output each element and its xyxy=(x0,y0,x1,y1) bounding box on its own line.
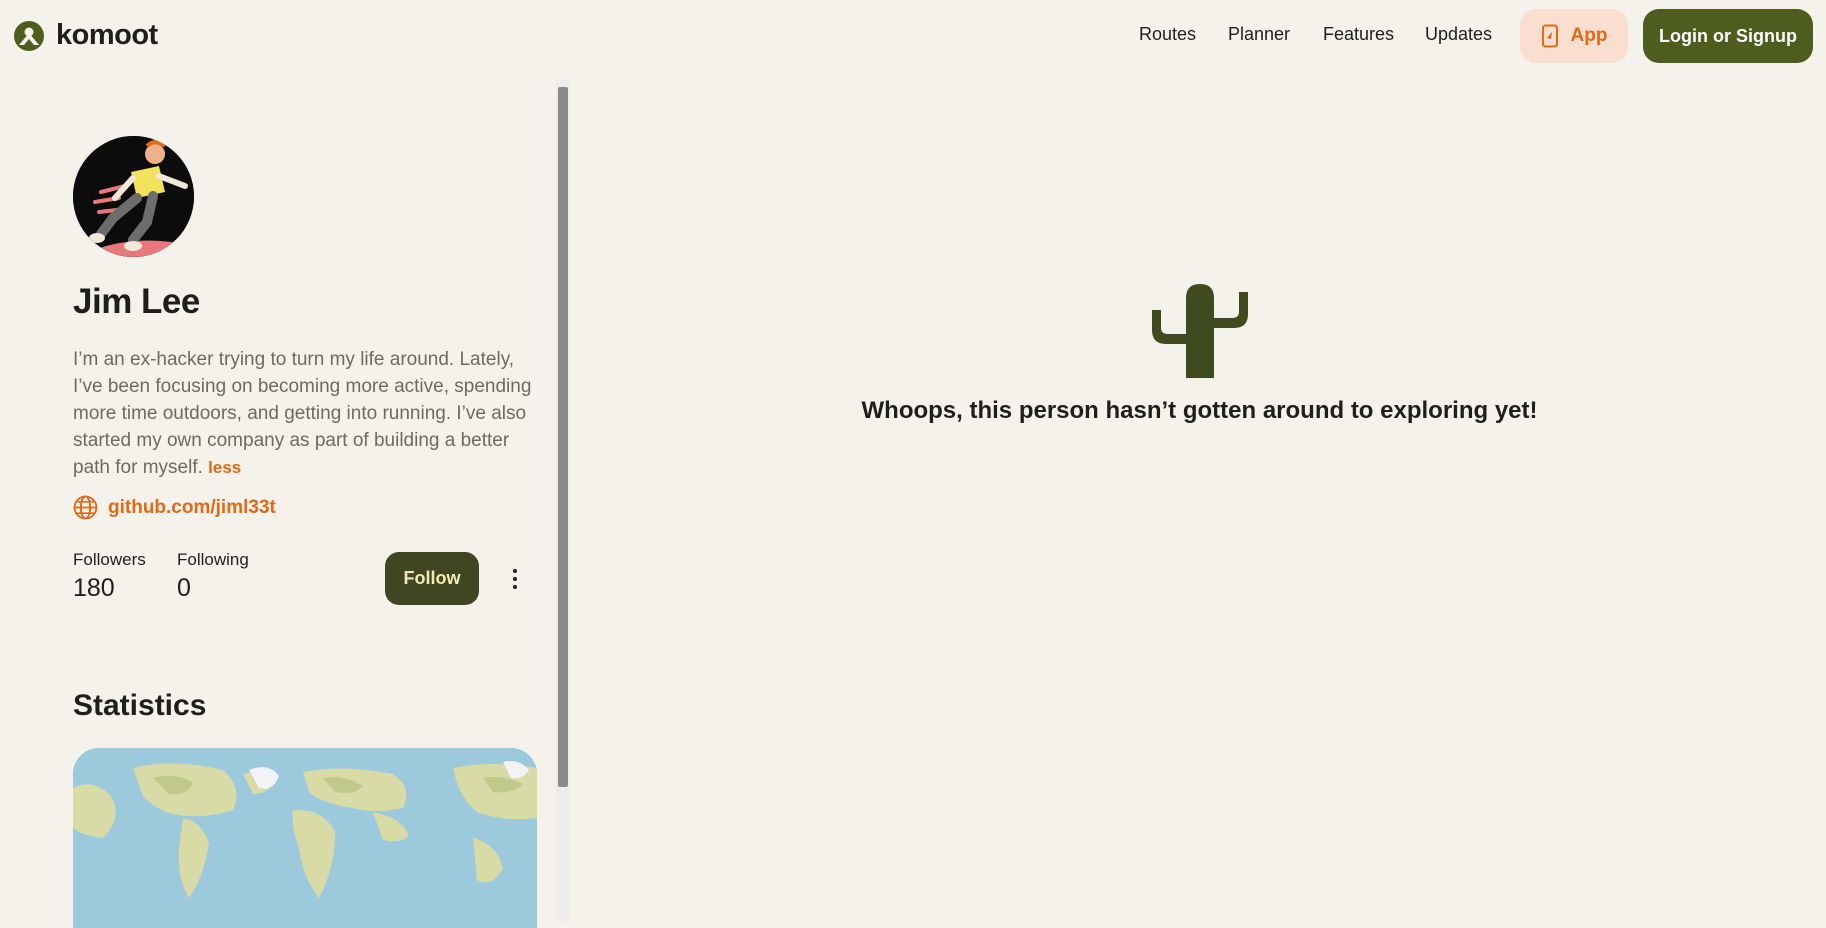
website-text: github.com/jiml33t xyxy=(108,496,276,518)
less-link[interactable]: less xyxy=(208,458,241,477)
following-stat[interactable]: Following 0 xyxy=(177,550,249,603)
statistics-world-map[interactable] xyxy=(73,748,537,928)
komoot-logo[interactable]: komoot xyxy=(14,19,158,52)
followers-label: Followers xyxy=(73,550,146,569)
following-label: Following xyxy=(177,550,249,569)
sidebar-scrollbar-thumb[interactable] xyxy=(558,87,568,787)
world-map-illustration xyxy=(73,748,537,928)
website-link[interactable]: github.com/jiml33t xyxy=(73,495,276,520)
follow-button[interactable]: Follow xyxy=(385,552,479,605)
followers-stat[interactable]: Followers 180 xyxy=(73,550,146,603)
nav-planner[interactable]: Planner xyxy=(1228,24,1290,45)
followers-count: 180 xyxy=(73,574,115,602)
top-header: komoot Routes Planner Features Updates A… xyxy=(0,0,1826,72)
cactus-icon xyxy=(1151,284,1248,378)
komoot-logo-icon xyxy=(14,20,44,51)
nav-features[interactable]: Features xyxy=(1323,24,1394,45)
nav-routes[interactable]: Routes xyxy=(1139,24,1196,45)
logo-text: komoot xyxy=(56,19,158,51)
app-button[interactable]: App xyxy=(1520,9,1628,63)
login-signup-button[interactable]: Login or Signup xyxy=(1643,9,1813,63)
avatar-illustration xyxy=(73,136,194,257)
bio-text: I’m an ex-hacker trying to turn my life … xyxy=(73,349,532,478)
avatar[interactable] xyxy=(73,136,194,257)
more-vertical-icon[interactable] xyxy=(506,564,524,594)
globe-icon xyxy=(73,495,98,520)
nav-updates[interactable]: Updates xyxy=(1425,24,1492,45)
statistics-title: Statistics xyxy=(73,689,207,722)
profile-name: Jim Lee xyxy=(73,282,200,321)
profile-bio: I’m an ex-hacker trying to turn my life … xyxy=(73,346,533,481)
empty-state-message: Whoops, this person hasn’t gotten around… xyxy=(861,397,1538,424)
phone-icon xyxy=(1541,24,1558,48)
following-count: 0 xyxy=(177,574,191,602)
app-button-label: App xyxy=(1570,25,1608,46)
empty-state: Whoops, this person hasn’t gotten around… xyxy=(573,284,1826,424)
